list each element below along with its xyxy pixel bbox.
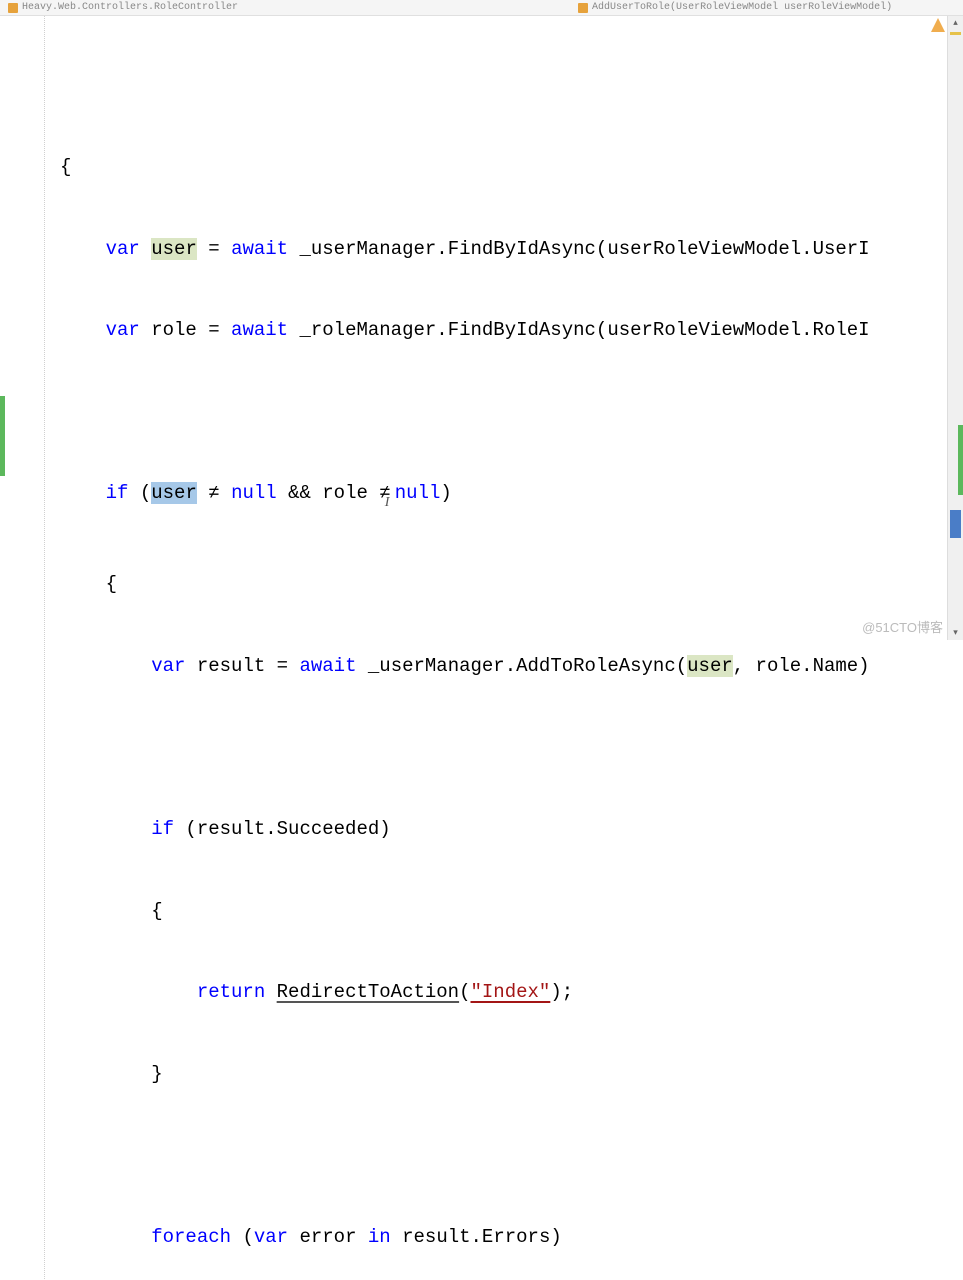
code-line[interactable]: return RedirectToAction("Index"); <box>0 979 963 1006</box>
breadcrumb-left-crumb[interactable]: Heavy.Web.Controllers.RoleController <box>8 2 238 13</box>
change-marker <box>0 396 5 476</box>
scroll-down-arrow[interactable]: ▾ <box>948 626 963 640</box>
code-editor[interactable]: { var user = await _userManager.FindById… <box>0 16 963 1280</box>
breadcrumb-bar: Heavy.Web.Controllers.RoleController Add… <box>0 0 963 16</box>
selection-user: user <box>151 482 197 504</box>
breadcrumb-right-text: AddUserToRole(UserRoleViewModel userRole… <box>592 2 892 13</box>
code-line[interactable]: var role = await _roleManager.FindByIdAs… <box>0 317 963 344</box>
code-line[interactable]: var user = await _userManager.FindByIdAs… <box>0 236 963 263</box>
code-line[interactable]: { <box>0 898 963 925</box>
watermark: @51CTO博客 <box>862 617 943 636</box>
code-line[interactable]: foreach (var error in result.Errors) <box>0 1224 963 1251</box>
scroll-marker <box>950 32 961 35</box>
vertical-scrollbar[interactable]: ▴ ▾ <box>947 16 963 640</box>
code-line[interactable]: if (user ≠ null && role ≠I null) <box>0 480 963 516</box>
scroll-marker <box>958 425 963 495</box>
class-icon <box>8 3 18 13</box>
code-line[interactable]: if (result.Succeeded) <box>0 816 963 843</box>
code-line[interactable]: { <box>0 154 963 181</box>
indent-guide <box>44 16 45 1280</box>
code-line[interactable] <box>0 734 963 761</box>
scroll-up-arrow[interactable]: ▴ <box>948 16 963 30</box>
scroll-track[interactable] <box>948 30 963 626</box>
code-line[interactable]: { <box>0 571 963 598</box>
code-line[interactable] <box>0 399 963 426</box>
method-icon <box>578 3 588 13</box>
code-line[interactable] <box>0 1142 963 1169</box>
code-line[interactable]: var result = await _userManager.AddToRol… <box>0 653 963 680</box>
symbol-user: user <box>151 238 197 260</box>
breadcrumb-right-crumb[interactable]: AddUserToRole(UserRoleViewModel userRole… <box>578 2 892 13</box>
code-line[interactable]: } <box>0 1061 963 1088</box>
symbol-user: user <box>687 655 733 677</box>
scroll-marker <box>950 510 961 538</box>
breadcrumb-left-text: Heavy.Web.Controllers.RoleController <box>22 2 238 13</box>
